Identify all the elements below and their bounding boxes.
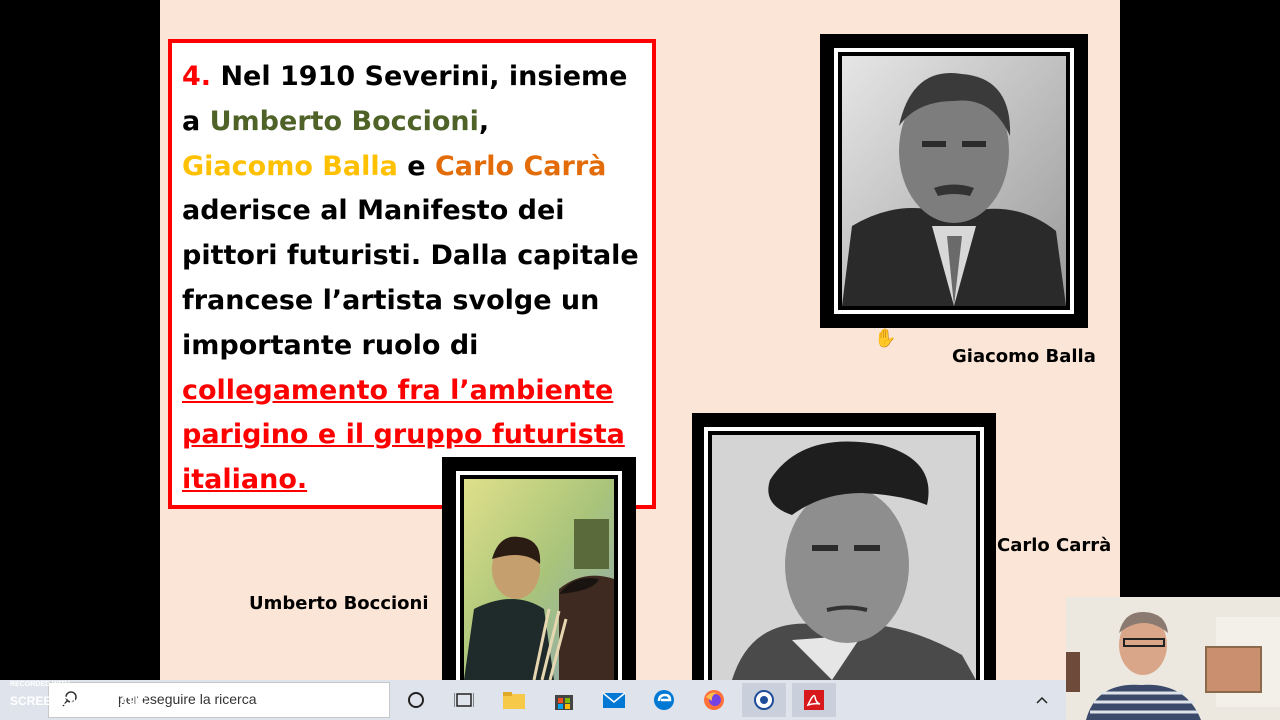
balla-photo <box>842 56 1066 306</box>
carra-name: Carlo Carrà <box>434 150 607 182</box>
tray-expand-button[interactable] <box>1024 683 1060 717</box>
watermark: SCREENCAST-O-MATIC <box>10 694 147 708</box>
boccioni-caption: Umberto Boccioni <box>249 593 429 614</box>
store-icon <box>555 695 573 710</box>
webcam-video <box>1066 597 1280 720</box>
hand-cursor-icon: ✋ <box>874 328 897 349</box>
slide-text-box: 4. Nel 1910 Severini, insieme a Umberto … <box>168 39 656 509</box>
text-line: importante ruolo di <box>182 329 479 361</box>
text-line: francese l’artista svolge un <box>182 284 600 316</box>
text-line: a <box>182 105 210 137</box>
store-button[interactable] <box>542 683 586 717</box>
file-explorer-icon <box>503 692 525 709</box>
carra-caption: Carlo Carrà <box>997 535 1112 556</box>
edge-button[interactable] <box>642 683 686 717</box>
balla-portrait <box>820 34 1088 328</box>
balla-caption: Giacomo Balla <box>952 346 1096 367</box>
text-line: pittori futuristi. Dalla capitale <box>182 240 639 272</box>
edge-icon <box>654 690 674 710</box>
mail-icon <box>602 692 626 708</box>
task-view-icon <box>454 693 474 707</box>
text-line: e <box>397 150 435 182</box>
boccioni-name: Umberto Boccioni <box>209 105 479 137</box>
cortana-button[interactable] <box>394 683 438 717</box>
task-view-button[interactable] <box>442 683 486 717</box>
acrobat-button[interactable] <box>792 683 836 717</box>
boccioni-portrait <box>442 457 636 680</box>
media-player-button[interactable] <box>742 683 786 717</box>
text-line: aderisce al Manifesto dei <box>182 195 565 227</box>
point-number: 4. <box>182 61 212 92</box>
balla-name: Giacomo Balla <box>182 150 398 182</box>
highlight-line: collegamento fra l’ambiente <box>182 374 614 406</box>
cortana-icon <box>408 692 424 708</box>
carra-photo <box>712 435 976 680</box>
watermark-small: RECORDED WITH <box>10 681 70 688</box>
carra-portrait <box>692 413 996 680</box>
chevron-up-icon <box>1036 696 1048 704</box>
firefox-icon <box>704 690 724 710</box>
slide-paragraph: 4. Nel 1910 Severini, insieme a Umberto … <box>182 55 647 503</box>
highlight-line: parigino e il gruppo futurista <box>182 419 625 451</box>
text-line: , <box>478 105 490 137</box>
boccioni-photo <box>464 479 614 680</box>
webcam-overlay <box>1066 597 1280 720</box>
text-line: Nel 1910 Severini, insieme <box>211 61 628 92</box>
firefox-button[interactable] <box>692 683 736 717</box>
media-icon <box>754 690 774 710</box>
file-explorer-button[interactable] <box>492 683 536 717</box>
acrobat-icon <box>804 690 824 710</box>
mail-button[interactable] <box>592 683 636 717</box>
